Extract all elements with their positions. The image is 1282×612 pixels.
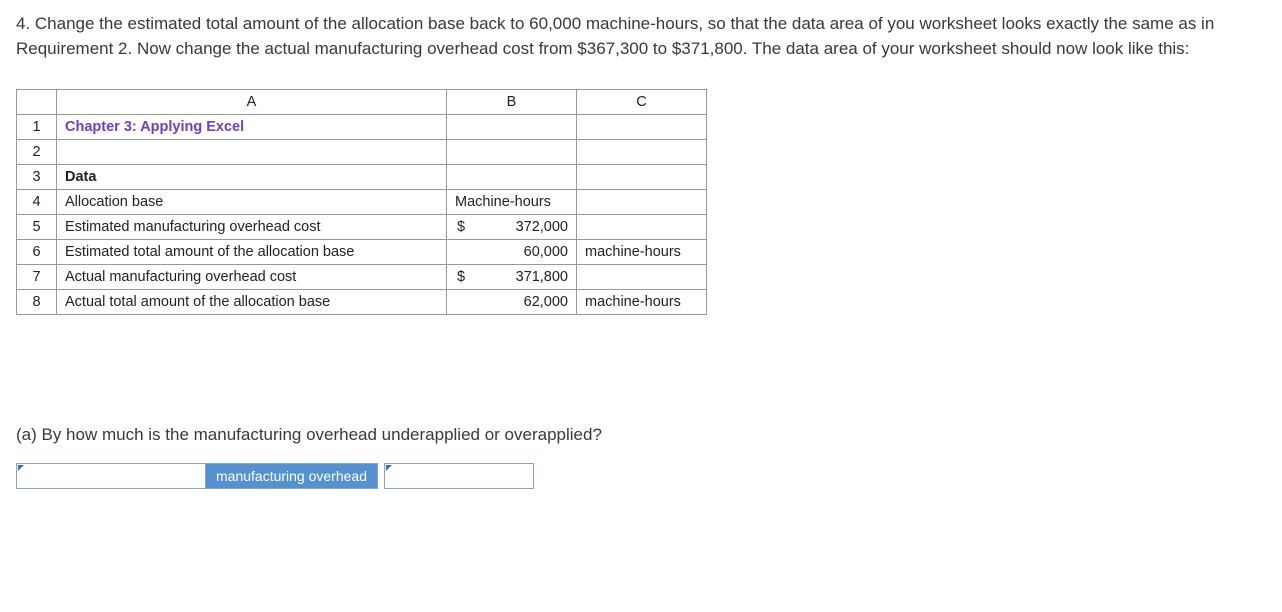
row-num: 3 (17, 165, 57, 190)
cell-c2 (577, 140, 707, 165)
cell-b7: $ 371,800 (447, 265, 577, 290)
cell-c1 (577, 115, 707, 140)
cell-b4: Machine-hours (447, 190, 577, 215)
dollar-sign: $ (457, 219, 465, 235)
overhead-type-input[interactable] (16, 463, 206, 489)
cell-c5 (577, 215, 707, 240)
col-header-a: A (57, 90, 447, 115)
cell-c6: machine-hours (577, 240, 707, 265)
cell-b6: 60,000 (447, 240, 577, 265)
cell-a8: Actual total amount of the allocation ba… (57, 290, 447, 315)
row-num: 6 (17, 240, 57, 265)
header-row: A B C (17, 90, 707, 115)
cell-b5: $ 372,000 (447, 215, 577, 240)
cell-value: 371,800 (516, 269, 568, 285)
corner-cell (17, 90, 57, 115)
row-num: 5 (17, 215, 57, 240)
instruction-text: 4. Change the estimated total amount of … (16, 12, 1256, 61)
overhead-label: manufacturing overhead (206, 463, 378, 489)
row-num: 7 (17, 265, 57, 290)
col-header-c: C (577, 90, 707, 115)
question-text: (a) By how much is the manufacturing ove… (16, 425, 1266, 445)
row-num: 4 (17, 190, 57, 215)
row-num: 2 (17, 140, 57, 165)
cell-c8: machine-hours (577, 290, 707, 315)
table-row: 3 Data (17, 165, 707, 190)
cell-value: 372,000 (516, 219, 568, 235)
cell-b8: 62,000 (447, 290, 577, 315)
table-row: 5 Estimated manufacturing overhead cost … (17, 215, 707, 240)
cell-c3 (577, 165, 707, 190)
cell-c4 (577, 190, 707, 215)
cell-b1 (447, 115, 577, 140)
row-num: 1 (17, 115, 57, 140)
cell-a5: Estimated manufacturing overhead cost (57, 215, 447, 240)
table-row: 4 Allocation base Machine-hours (17, 190, 707, 215)
table-row: 8 Actual total amount of the allocation … (17, 290, 707, 315)
row-num: 8 (17, 290, 57, 315)
spreadsheet-table: A B C 1 Chapter 3: Applying Excel 2 3 Da… (16, 89, 707, 315)
dollar-sign: $ (457, 269, 465, 285)
cell-a3: Data (57, 165, 447, 190)
table-row: 7 Actual manufacturing overhead cost $ 3… (17, 265, 707, 290)
cell-a4: Allocation base (57, 190, 447, 215)
col-header-b: B (447, 90, 577, 115)
table-row: 2 (17, 140, 707, 165)
answer-row: manufacturing overhead (16, 463, 1266, 489)
cell-a6: Estimated total amount of the allocation… (57, 240, 447, 265)
table-row: 1 Chapter 3: Applying Excel (17, 115, 707, 140)
cell-a1: Chapter 3: Applying Excel (57, 115, 447, 140)
overhead-amount-input[interactable] (384, 463, 534, 489)
cell-b3 (447, 165, 577, 190)
cell-c7 (577, 265, 707, 290)
cell-a7: Actual manufacturing overhead cost (57, 265, 447, 290)
cell-b2 (447, 140, 577, 165)
table-row: 6 Estimated total amount of the allocati… (17, 240, 707, 265)
cell-a2 (57, 140, 447, 165)
